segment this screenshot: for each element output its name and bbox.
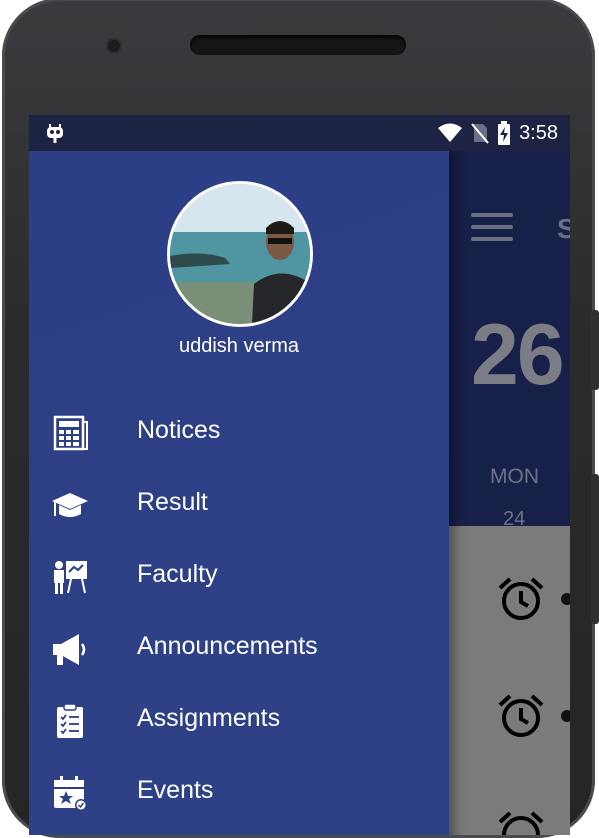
status-bar: 3:58 [29, 115, 570, 151]
teacher-board-icon [54, 561, 87, 594]
alarm-clock-icon [498, 811, 544, 835]
alarm-clock-icon [498, 577, 544, 620]
clipboard-checklist-icon [57, 703, 83, 738]
graduation-cap-icon [52, 493, 88, 517]
megaphone-icon [53, 634, 86, 665]
user-name: uddish verma [178, 335, 300, 357]
earpiece-speaker [190, 35, 406, 55]
menu-label: Events [137, 776, 214, 804]
menu-label: Result [137, 488, 208, 516]
profile-photo [170, 184, 310, 324]
robot-notification-icon [47, 124, 63, 143]
menu-item-faculty[interactable]: Faculty [29, 540, 449, 612]
notices-icon [53, 415, 88, 451]
menu-label: Faculty [137, 560, 218, 588]
timeline-dot [561, 710, 570, 722]
timeline-dot [561, 593, 570, 605]
menu-label: Notices [137, 416, 221, 444]
hamburger-menu-icon[interactable] [471, 213, 513, 243]
phone-screen: 3:58 S 26 MON 24 uddish verma Notices Re… [29, 115, 570, 835]
front-camera [106, 38, 122, 54]
status-icons: 3:58 [437, 115, 558, 151]
drawer-menu: Notices Result Faculty Announcements Ass… [29, 396, 449, 828]
app-title: S [557, 213, 570, 244]
menu-item-events[interactable]: Events [29, 756, 449, 828]
calendar-star-icon [54, 776, 87, 811]
menu-item-result[interactable]: Result [29, 468, 449, 540]
big-date: 26 [471, 307, 565, 403]
phone-frame: 3:58 S 26 MON 24 uddish verma Notices Re… [2, 0, 599, 838]
no-sim-icon [471, 123, 489, 144]
menu-item-notices[interactable]: Notices [29, 396, 449, 468]
power-button [591, 310, 599, 390]
navigation-drawer: uddish verma Notices Result Faculty Anno… [29, 151, 449, 835]
alarm-clock-icon [498, 694, 544, 737]
wifi-icon [438, 123, 463, 142]
battery-charging-icon [498, 121, 511, 145]
menu-item-announcements[interactable]: Announcements [29, 612, 449, 684]
menu-item-assignments[interactable]: Assignments [29, 684, 449, 756]
avatar[interactable] [167, 181, 313, 327]
day-name[interactable]: MON [490, 465, 539, 489]
menu-label: Assignments [137, 704, 281, 732]
volume-button [591, 474, 599, 624]
menu-label: Announcements [137, 632, 318, 660]
status-time: 3:58 [519, 121, 558, 144]
